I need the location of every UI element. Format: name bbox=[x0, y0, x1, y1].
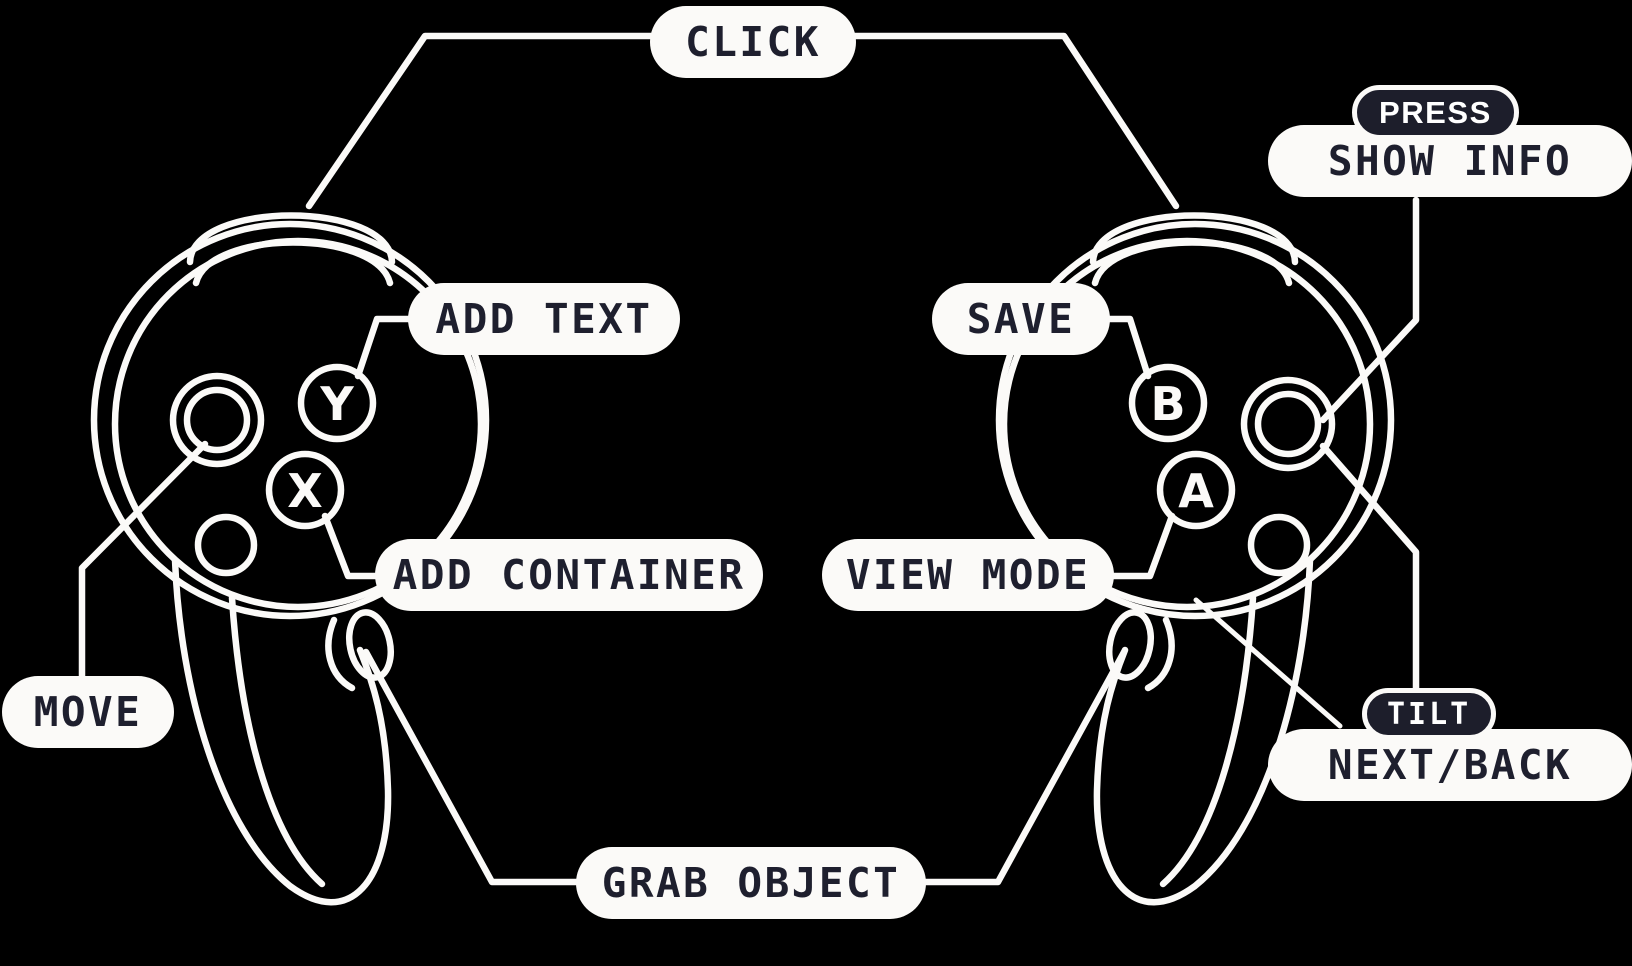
label-click[interactable]: CLICK bbox=[650, 6, 856, 78]
connector-next-back bbox=[1319, 442, 1420, 694]
connector-grab-right bbox=[912, 648, 1128, 886]
button-a-label: A bbox=[1178, 464, 1214, 518]
left-small-button bbox=[194, 513, 258, 577]
badge-tilt: TILT bbox=[1362, 688, 1497, 740]
controller-mapping-diagram: Y X B A CLICK ADD TEXT ADD CONTAINER MOV… bbox=[0, 0, 1632, 966]
connector-tilt-leader bbox=[1193, 597, 1343, 729]
label-view-mode[interactable]: VIEW MODE bbox=[822, 539, 1114, 611]
badge-press: PRESS bbox=[1352, 85, 1519, 140]
button-x-label: X bbox=[287, 464, 322, 518]
right-small-button bbox=[1247, 513, 1311, 577]
button-b-label: B bbox=[1150, 377, 1185, 431]
left-grip bbox=[171, 556, 392, 906]
left-grip-inner bbox=[228, 594, 326, 888]
connector-click-right bbox=[842, 32, 1180, 210]
connector-grab-left bbox=[362, 648, 590, 886]
label-add-text[interactable]: ADD TEXT bbox=[408, 283, 680, 355]
label-grab-object[interactable]: GRAB OBJECT bbox=[576, 847, 926, 919]
right-trigger bbox=[1106, 609, 1154, 681]
button-y-label: Y bbox=[319, 377, 354, 431]
right-analog-stick-inner bbox=[1254, 390, 1322, 458]
label-move[interactable]: MOVE bbox=[2, 676, 174, 748]
label-add-container[interactable]: ADD CONTAINER bbox=[375, 539, 763, 611]
connector-view-mode bbox=[1108, 512, 1176, 580]
left-analog-stick-inner bbox=[183, 386, 251, 454]
label-save[interactable]: SAVE bbox=[932, 283, 1110, 355]
right-bumper-inner bbox=[1091, 239, 1293, 287]
left-bumper-inner bbox=[192, 239, 394, 287]
connector-click-left bbox=[305, 32, 664, 210]
